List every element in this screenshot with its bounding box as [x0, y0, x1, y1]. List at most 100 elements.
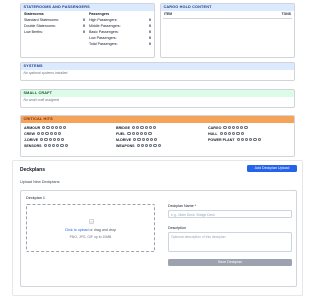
critical-hit-checkbox[interactable]	[141, 137, 145, 142]
passengers-column-header: Passengers	[89, 12, 110, 16]
click-to-upload-link[interactable]: Click to upload	[65, 228, 89, 232]
critical-hit-checkbox[interactable]	[47, 143, 52, 148]
critical-hit-checkbox[interactable]	[42, 125, 46, 130]
critical-hit-checkbox[interactable]	[50, 125, 54, 130]
critical-hit-checkbox[interactable]	[41, 131, 45, 136]
drag-drop-text: or drag and drop	[88, 228, 117, 232]
critical-hit-checkbox[interactable]	[52, 137, 57, 142]
critical-hit-label: BRIDGE	[116, 125, 130, 130]
critical-hit-checkbox[interactable]	[253, 137, 257, 142]
critical-hit-weapons: WEAPONS	[116, 143, 161, 148]
critical-hit-checkbox[interactable]	[54, 125, 59, 130]
low-berths-value: 0	[83, 30, 85, 34]
critical-hit-checkbox[interactable]	[46, 125, 50, 130]
critical-hit-checkbox[interactable]	[131, 131, 135, 136]
critical-hit-checkbox[interactable]	[257, 137, 261, 142]
critical-hit-checkbox[interactable]	[140, 143, 145, 148]
critical-hit-checkbox[interactable]	[240, 137, 245, 142]
critical-hit-checkbox[interactable]	[56, 143, 60, 148]
critical-hit-label: ARMOUR	[24, 125, 41, 130]
critical-hit-checkbox[interactable]	[236, 137, 240, 142]
critical-hit-checkbox[interactable]	[135, 131, 140, 136]
low-passengers-value: 0	[149, 36, 151, 40]
critical-hit-checkbox[interactable]	[149, 143, 153, 148]
critical-hit-checkbox[interactable]	[51, 143, 56, 148]
critical-hit-checkbox[interactable]	[140, 125, 144, 130]
critical-hit-checkbox[interactable]	[149, 137, 154, 142]
deckplan-upload-dropzone[interactable]: Click to upload or drag and drop PNG, JP…	[26, 204, 155, 252]
critical-hit-checkbox[interactable]	[137, 137, 141, 142]
critical-hit-checkbox[interactable]	[60, 143, 64, 148]
critical-hit-checkbox[interactable]	[127, 131, 131, 136]
critical-hit-checkbox[interactable]	[148, 131, 152, 136]
critical-hit-checkbox[interactable]	[236, 131, 240, 136]
deckplan-description-label: Description	[168, 226, 186, 230]
critical-hit-checkboxes	[42, 125, 67, 130]
critical-hit-checkbox[interactable]	[244, 125, 248, 130]
critical-hit-checkboxes	[127, 131, 152, 136]
critical-hit-checkbox[interactable]	[235, 125, 240, 130]
critical-hit-checkbox[interactable]	[148, 125, 153, 130]
critical-hit-checkbox[interactable]	[61, 137, 65, 142]
critical-hit-checkbox[interactable]	[223, 125, 227, 130]
critical-hit-checkbox[interactable]	[57, 131, 62, 136]
critical-hit-checkbox[interactable]	[144, 131, 148, 136]
critical-hit-checkbox[interactable]	[157, 143, 161, 148]
critical-hit-checkbox[interactable]	[131, 125, 136, 130]
critical-hit-checkbox[interactable]	[227, 131, 232, 136]
add-deckplan-upload-button[interactable]: Add Deckplan Upload	[247, 165, 297, 172]
critical-hit-checkboxes	[223, 125, 248, 130]
critical-hit-checkbox[interactable]	[58, 125, 63, 130]
critical-hit-checkbox[interactable]	[153, 143, 157, 148]
critical-hit-checkbox[interactable]	[63, 125, 67, 130]
critical-hit-checkbox[interactable]	[133, 137, 137, 142]
critical-hit-checkbox[interactable]	[48, 137, 52, 142]
upload-file-hint: PNG, JPG, GIF up to 10MB	[69, 234, 112, 239]
systems-panel: SYSTEMS No optional systems installed	[20, 62, 295, 81]
critical-hit-checkbox[interactable]	[139, 131, 144, 136]
staterooms-column-header: Staterooms	[24, 12, 44, 16]
cargo-tons-column: TONS	[281, 12, 291, 16]
critical-hit-label: J-DRIVE	[24, 137, 39, 142]
critical-hit-checkbox[interactable]	[154, 137, 158, 142]
cargo-header: CARGO HOLD CONTENT	[161, 4, 294, 11]
critical-hit-checkbox[interactable]	[136, 143, 140, 148]
critical-hit-checkbox[interactable]	[223, 131, 228, 136]
critical-hit-checkbox[interactable]	[240, 131, 244, 136]
deckplan-name-input[interactable]: e.g., Main Deck, Bridge Deck	[168, 210, 292, 218]
critical-hit-armour: ARMOUR	[24, 125, 67, 130]
critical-hit-checkboxes	[131, 125, 157, 130]
critical-hit-checkbox[interactable]	[227, 125, 231, 130]
ship-sheet-page: STATEROOMS AND PASSENGERS Staterooms Pas…	[0, 0, 314, 300]
critical-hit-checkbox[interactable]	[36, 131, 41, 136]
critical-hit-cargo: CARGO	[208, 125, 248, 130]
critical-hit-checkbox[interactable]	[56, 137, 61, 142]
critical-hit-checkbox[interactable]	[44, 137, 48, 142]
critical-hit-checkbox[interactable]	[249, 137, 253, 142]
critical-hit-checkbox[interactable]	[49, 131, 53, 136]
critical-hit-checkbox[interactable]	[152, 125, 157, 130]
critical-hit-checkbox[interactable]	[40, 137, 44, 142]
critical-hit-fuel: FUEL	[116, 131, 152, 136]
critical-hit-checkbox[interactable]	[144, 125, 148, 130]
critical-hit-checkbox[interactable]	[145, 137, 150, 142]
critical-hit-checkbox[interactable]	[53, 131, 58, 136]
critical-hit-checkbox[interactable]	[232, 131, 236, 136]
critical-hit-checkbox[interactable]	[43, 143, 47, 148]
critical-hit-checkbox[interactable]	[144, 143, 149, 148]
total-passengers-value: 0	[149, 42, 151, 46]
middle-passengers-label: Middle Passengers:	[89, 24, 121, 28]
critical-hit-checkbox[interactable]	[136, 125, 140, 130]
critical-hit-checkbox[interactable]	[45, 131, 49, 136]
critical-hit-checkboxes	[133, 137, 158, 142]
critical-hit-checkbox[interactable]	[219, 131, 223, 136]
critical-hit-checkbox[interactable]	[244, 137, 249, 142]
critical-hit-checkbox[interactable]	[240, 125, 244, 130]
critical-hit-power-plant: POWER PLANT	[208, 137, 261, 142]
critical-hit-checkbox[interactable]	[231, 125, 236, 130]
critical-hit-checkbox[interactable]	[64, 143, 68, 148]
save-deckplan-button[interactable]: Save Deckplan	[168, 259, 292, 266]
critical-hit-checkboxes	[40, 137, 65, 142]
deckplan-description-textarea[interactable]: Optional description of this deckplan	[168, 232, 292, 252]
critical-hit-label: CREW	[24, 131, 35, 136]
